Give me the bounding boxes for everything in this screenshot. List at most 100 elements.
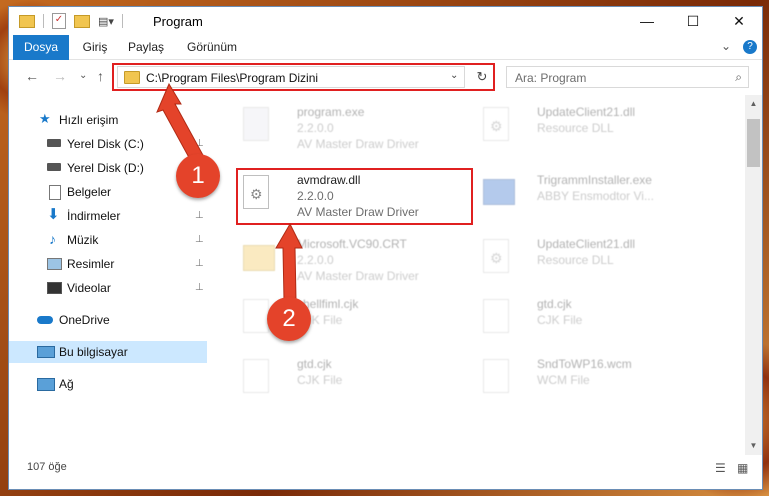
pin-icon: ⊥ <box>195 234 204 245</box>
file-name: TrigrammInstaller.exe <box>537 173 652 187</box>
file-name: UpdateClient21.dll <box>537 105 636 119</box>
tab-home[interactable]: Giriş <box>75 35 115 59</box>
minimize-icon: — <box>640 13 654 29</box>
maximize-button[interactable]: ☐ <box>670 7 716 35</box>
sidebar-item-label: Bu bilgisayar <box>59 345 128 359</box>
file-description: AV Master Draw Driver <box>297 137 419 151</box>
sidebar-item-downloads[interactable]: ⬇ İndirmeler ⊥ <box>9 205 207 227</box>
search-placeholder: Ara: Program <box>515 71 587 85</box>
sidebar-item-network[interactable]: Ağ <box>9 373 207 395</box>
file-icon <box>243 359 273 395</box>
tiles-view-icon[interactable]: ▦ <box>737 461 748 475</box>
file-version: 2.2.0.0 <box>297 121 334 135</box>
cloud-icon <box>37 316 53 324</box>
computer-icon <box>37 346 55 358</box>
address-highlight-box <box>112 63 495 91</box>
file-name: gtd.cjk <box>297 357 332 371</box>
file-item[interactable]: TrigrammInstaller.exe ABBY Ensmodtor Vi.… <box>469 167 709 223</box>
forward-button[interactable]: → <box>53 68 67 84</box>
dll-file-icon: ⚙ <box>483 239 513 275</box>
file-version: Resource DLL <box>537 253 614 267</box>
ribbon: Dosya Giriş Paylaş Görünüm ⌄ ? <box>9 35 762 91</box>
sidebar-item-videos[interactable]: Videolar ⊥ <box>9 277 207 299</box>
scroll-down-icon[interactable]: ▼ <box>745 441 762 450</box>
file-version: CJK File <box>297 373 343 387</box>
file-item[interactable]: SndToWP16.wcm WCM File <box>469 351 709 407</box>
search-icon: ⌕ <box>735 70 742 84</box>
drive-icon <box>47 139 61 147</box>
item-count: 107 öğe <box>27 461 67 473</box>
file-list: program.exe 2.2.0.0 AV Master Draw Drive… <box>215 95 745 455</box>
file-item[interactable]: program.exe 2.2.0.0 AV Master Draw Drive… <box>229 99 469 155</box>
file-version: WCM File <box>537 373 590 387</box>
sidebar-item-music[interactable]: ♪ Müzik ⊥ <box>9 229 207 251</box>
sidebar-item-quick-access[interactable]: ★ Hızlı erişim <box>9 109 207 131</box>
file-version: 2.2.0.0 <box>297 253 334 267</box>
file-version: ABBY Ensmodtor Vi... <box>537 189 654 203</box>
folder-icon[interactable] <box>19 14 35 28</box>
sidebar-item-this-pc[interactable]: Bu bilgisayar <box>9 341 207 363</box>
details-view-icon[interactable]: ☰ <box>715 461 726 475</box>
exe-file-icon <box>243 107 273 143</box>
minimize-button[interactable]: — <box>624 7 670 35</box>
sidebar-item-label: Yerel Disk (D:) <box>67 161 144 175</box>
properties-icon[interactable]: ✓ <box>52 13 66 29</box>
separator <box>121 14 123 28</box>
documents-icon <box>49 185 61 200</box>
pin-icon: ⊥ <box>195 138 204 149</box>
status-bar: 107 öğe ☰ ▦ <box>9 455 762 489</box>
file-name: program.exe <box>297 105 365 119</box>
file-name: Microsoft.VC90.CRT <box>297 237 407 251</box>
file-name: UpdateClient21.dll <box>537 237 636 251</box>
music-icon: ♪ <box>49 231 56 247</box>
customize-icon[interactable]: ▤▾ <box>98 15 114 28</box>
file-item[interactable]: Microsoft.VC90.CRT 2.2.0.0 AV Master Dra… <box>229 231 469 287</box>
scroll-up-icon[interactable]: ▲ <box>745 99 762 108</box>
step-1-badge: 1 <box>176 154 220 198</box>
file-item[interactable]: ⚙ UpdateClient21.dll Resource DLL <box>469 231 709 287</box>
navigation-bar: ← → ⌄ ↑ C:\Program Files\Program Dizini … <box>9 60 762 94</box>
file-version: CJK File <box>537 313 583 327</box>
folder-icon <box>243 239 275 275</box>
sidebar-item-label: Ağ <box>59 377 74 391</box>
tab-view[interactable]: Görünüm <box>179 35 245 59</box>
sidebar-item-label: Videolar <box>67 281 111 295</box>
videos-icon <box>47 282 62 294</box>
file-icon <box>483 299 513 335</box>
window-title: Program <box>153 14 203 29</box>
network-icon <box>37 378 55 391</box>
file-highlight-box <box>236 168 473 225</box>
pin-icon: ⊥ <box>195 258 204 269</box>
star-icon: ★ <box>39 111 51 126</box>
search-input[interactable]: Ara: Program ⌕ <box>506 66 749 88</box>
file-item[interactable]: gtd.cjk CJK File <box>229 351 469 407</box>
tab-share[interactable]: Paylaş <box>121 35 171 59</box>
new-folder-icon[interactable] <box>74 14 90 28</box>
ribbon-collapse-icon[interactable]: ⌄ <box>721 39 731 53</box>
vertical-scrollbar[interactable]: ▲ ▼ <box>745 95 762 455</box>
file-name: gtd.cjk <box>537 297 572 311</box>
file-item[interactable]: gtd.cjk CJK File <box>469 291 709 347</box>
up-button[interactable]: ↑ <box>97 68 104 84</box>
sidebar-item-label: Hızlı erişim <box>59 113 119 127</box>
close-button[interactable]: ✕ <box>716 7 762 35</box>
sidebar-item-label: Belgeler <box>67 185 112 199</box>
back-button[interactable]: ← <box>25 68 39 84</box>
recent-locations-button[interactable]: ⌄ <box>79 70 87 81</box>
step-2-badge: 2 <box>267 297 311 341</box>
help-icon[interactable]: ? <box>743 40 757 54</box>
dll-file-icon: ⚙ <box>483 107 513 143</box>
file-item[interactable]: shellfiml.cjk CJK File <box>229 291 469 347</box>
scrollbar-thumb[interactable] <box>747 119 760 167</box>
sidebar-item-local-disk-c[interactable]: Yerel Disk (C:) ⊥ <box>9 133 207 155</box>
drive-icon <box>47 163 61 171</box>
sidebar-item-label: Yerel Disk (C:) <box>67 137 144 151</box>
sidebar-item-label: İndirmeler <box>67 209 121 223</box>
sidebar-item-pictures[interactable]: Resimler ⊥ <box>9 253 207 275</box>
sidebar-item-label: Resimler <box>67 257 115 271</box>
file-item[interactable]: ⚙ UpdateClient21.dll Resource DLL <box>469 99 709 155</box>
sidebar-item-label: OneDrive <box>59 313 110 327</box>
file-version: Resource DLL <box>537 121 614 135</box>
quick-access-toolbar: ✓ ▤▾ <box>19 12 123 30</box>
sidebar-item-onedrive[interactable]: OneDrive <box>9 309 207 331</box>
